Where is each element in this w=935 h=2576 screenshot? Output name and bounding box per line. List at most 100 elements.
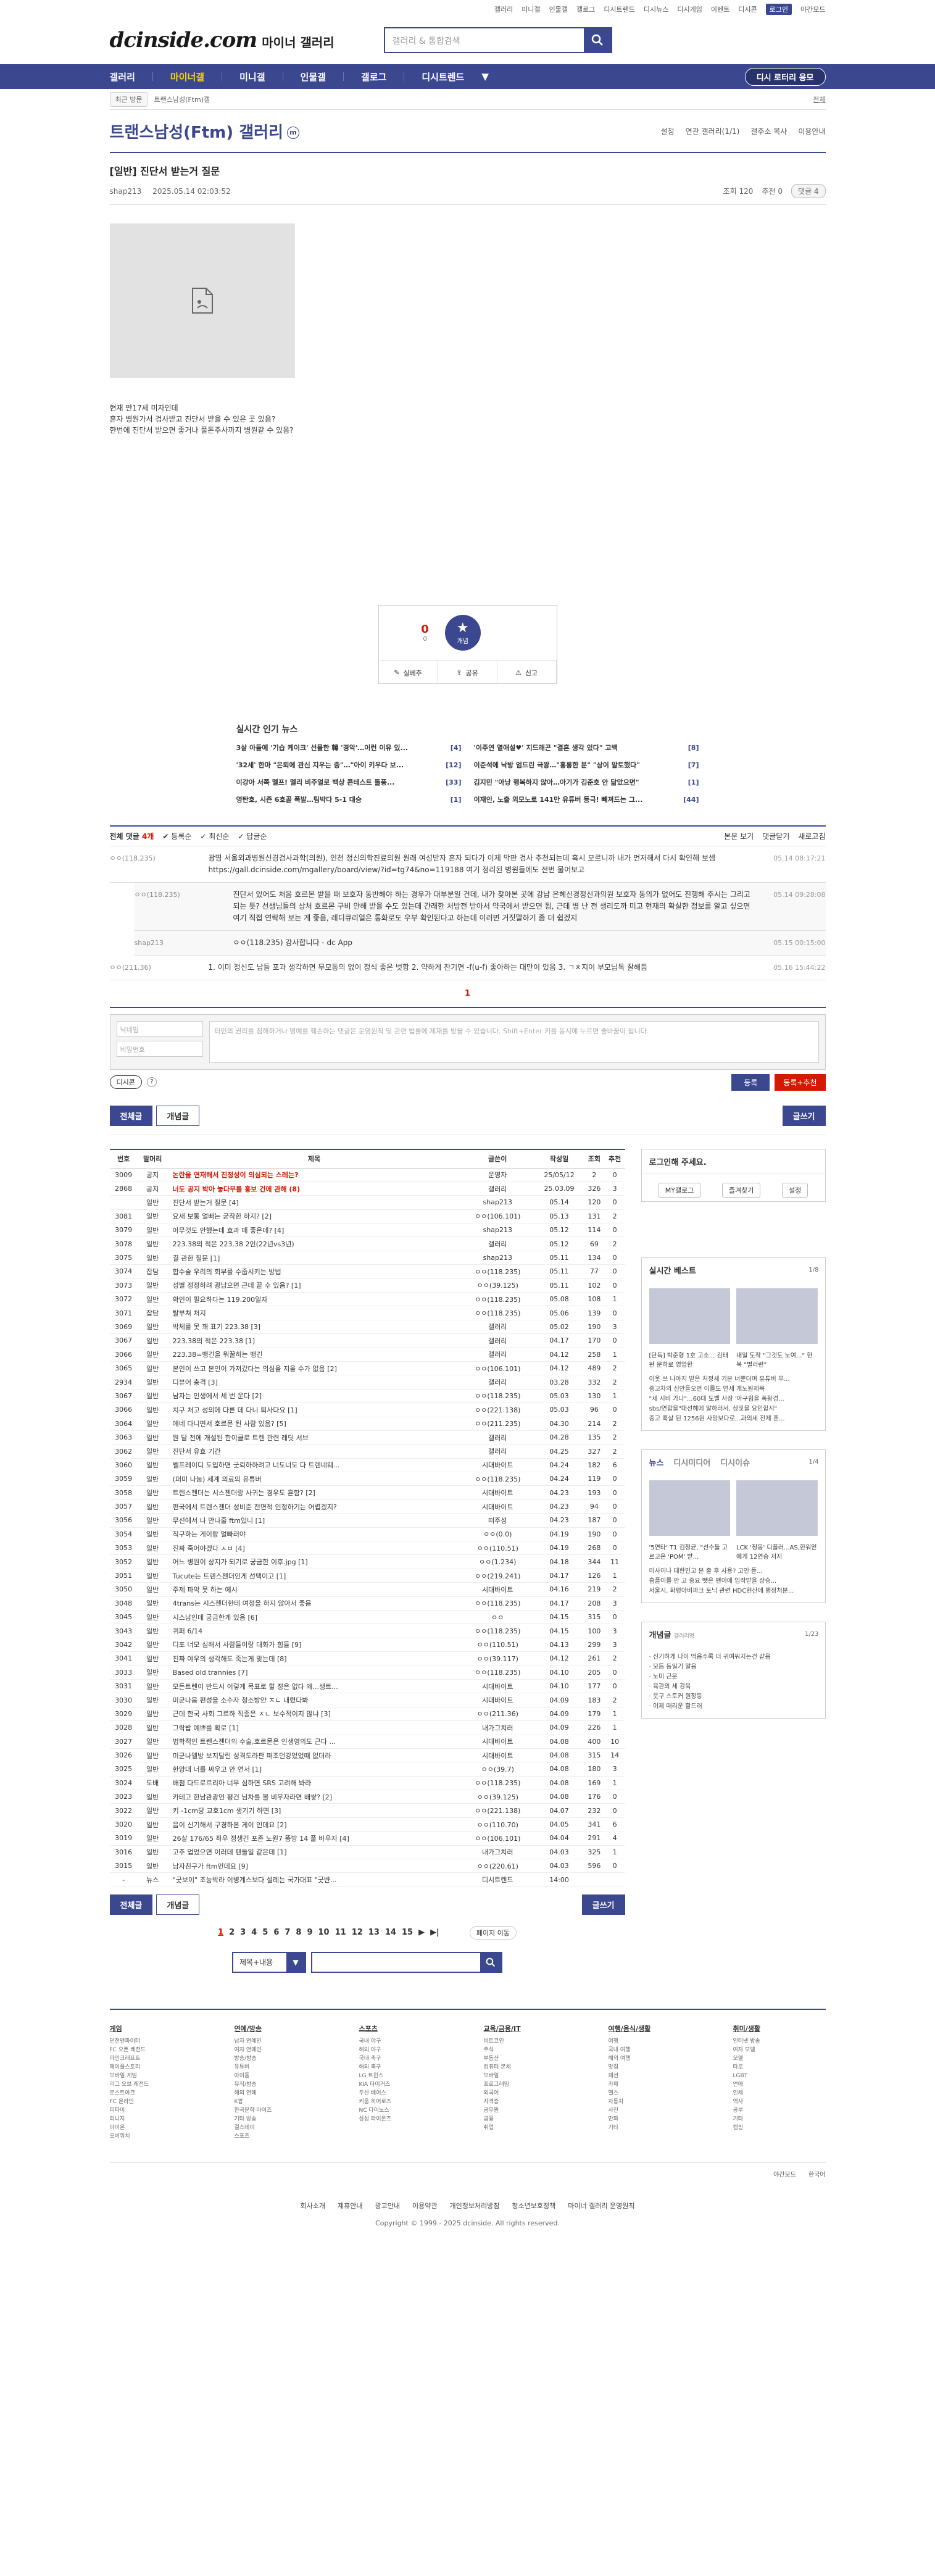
gnb-item-3[interactable]: 인물갤 (301, 70, 326, 83)
cell-3[interactable]: 떠주성 (460, 1513, 535, 1528)
footer-link[interactable]: 역사 (733, 2098, 826, 2106)
password-input[interactable]: 비밀번호 (116, 1041, 203, 1057)
page-11[interactable]: 11 (335, 1928, 346, 1937)
cell-3[interactable]: 내가그치러 (460, 1720, 535, 1735)
footer-link[interactable]: 오버워치 (110, 2132, 202, 2141)
footer-link[interactable]: 타로 (733, 2063, 826, 2072)
news-list-item[interactable]: 미사이나 대한민고 본 출 후 사용? 고인 듣... (649, 1567, 818, 1577)
table-row[interactable]: 3056 일반 무선에서 나 만나줄 ftm있니 [1] 떠주성 04.23 187 0 (109, 1513, 625, 1528)
footer-bottom-link[interactable]: 마이너 갤러리 운영원칙 (568, 2201, 634, 2211)
news-thumb[interactable] (736, 1480, 818, 1536)
table-row[interactable]: 3053 일반 진짜 죽어야겠다 ㅅㅂ [4] ㅇㅇ(110.51) 04.19 268 0 (109, 1541, 625, 1556)
footer-link[interactable]: 연애 (733, 2080, 826, 2089)
table-row[interactable]: 3054 일반 직구하는 게이랑 얼빠러야 ㅇㅇ(0.0) 04.19 190 0 (109, 1527, 625, 1542)
footer-lang-item[interactable]: 한국어 (808, 2169, 826, 2178)
cell-3[interactable]: ㅇㅇ(106.101) (460, 1361, 535, 1376)
footer-link[interactable]: 캠핑 (733, 2124, 826, 2132)
comment-author[interactable]: shap213 (135, 937, 233, 949)
gallery-tool-0[interactable]: 설정 (661, 126, 675, 136)
cell-2[interactable]: 26살 176/65 좌우 정생긴 포존 노원7 똥방 14 풀 바우자 [4] (167, 1831, 461, 1846)
cell-3[interactable]: shap213 (460, 1195, 535, 1210)
news-item[interactable]: 김지민 "아낭 행복하지 않아…아기가 김준호 안 닮았으면" [1] (474, 777, 699, 787)
cell-2[interactable]: 박체를 못 꽤 표기 223.38 [3] (167, 1320, 461, 1335)
concept-button[interactable]: ★ 개념 (444, 615, 481, 651)
cell-2[interactable]: 223.38=뱅긴을 뭐꿀하는 뱅긴 (167, 1348, 461, 1362)
table-row[interactable]: 3009 공지 논란을 연재해서 진정성이 의심되는 스레는? 운영자 25/05/12… (109, 1168, 625, 1182)
all-link[interactable]: 전체 (813, 94, 825, 104)
cell-2[interactable]: 확인이 필요하다는 119.200일자 (167, 1292, 461, 1307)
page-4[interactable]: 4 (251, 1928, 257, 1937)
cell-2[interactable]: 진단서 유효 기간 (167, 1444, 461, 1459)
footer-link[interactable]: 로스트아크 (110, 2089, 202, 2098)
cell-2[interactable]: "굿보이" 조능박라 이병계스보다 설레는 국가대표 "굿뱐... (167, 1872, 461, 1887)
util-link-4[interactable]: 디시트렌드 (604, 4, 635, 14)
news-item[interactable]: 3살 아들에 '기습 케이크' 선물한 韓 '경악'…이런 이유 있... [4] (236, 743, 462, 752)
news-item[interactable]: 영탄호, 시즌 6호골 폭발…팀박다 5-1 대승 [1] (236, 794, 462, 804)
best-thumb[interactable] (736, 1288, 818, 1344)
minor-page[interactable]: 1/23 (805, 1631, 825, 1638)
cell-2[interactable]: (퍼미 나눔) 세계 의료의 유튜버 (167, 1472, 461, 1486)
page-9[interactable]: 9 (307, 1928, 312, 1937)
best-thumb[interactable] (649, 1288, 730, 1344)
table-row[interactable]: 3058 일반 트렌스젠더는 시스젠더랑 사귀는 경우도 흔함? [2] 시대바이트 0… (109, 1485, 625, 1500)
cell-2[interactable]: 직구하는 게이랑 얼빠러야 (167, 1527, 461, 1542)
util-link-6[interactable]: 디시게임 (677, 4, 702, 14)
rec-action-0[interactable]: ✎ 실베추 (379, 661, 438, 685)
news-item[interactable]: '32세' 한마 "은퇴에 관신 지우는 중"…"아이 키우다 보... [12] (236, 760, 462, 770)
cell-2[interactable]: 근데 한국 사회 그르하 직종은 ㅈㄴ 보수적이지 않냐 [3] (167, 1707, 461, 1722)
table-row[interactable]: 3057 일반 편국에서 트렌스젠더 성비준 전면적 인정하기는 어렵겠지? 시대바이… (109, 1499, 625, 1514)
login-link-1[interactable]: 즐겨찾기 (721, 1183, 761, 1198)
table-row[interactable]: 3078 일반 223.38의 적은 223.38 2인(22년vs3년) 갤러리 05… (109, 1236, 625, 1251)
util-link-10[interactable]: 야간모드 (800, 4, 825, 14)
table-row[interactable]: 3052 일반 어느 병원이 상지가 되기로 궁금한 이후.jpg [1] ㅇㅇ(1.… (109, 1554, 625, 1569)
news-item[interactable]: 이강아 서쪽 멜프! 멜리 비주얼로 백상 콘테스트 돌풍... [33] (236, 777, 462, 787)
gnb-item-0[interactable]: 갤러리 (110, 70, 135, 83)
cell-3[interactable]: 시대바이트 (460, 1693, 535, 1707)
write-button-bottom[interactable]: 글쓰기 (581, 1894, 625, 1915)
cell-2[interactable]: 키 -1cm당 교호1cm 생기기 하면 [3] (167, 1803, 461, 1818)
footer-link[interactable]: 컴퓨터 본체 (484, 2063, 576, 2072)
cell-3[interactable]: ㅇㅇ(1.234) (460, 1554, 535, 1569)
footer-link[interactable]: 국내 여행 (609, 2046, 701, 2054)
footer-link[interactable]: 해외 연예 (235, 2089, 327, 2098)
last-page-icon[interactable]: ▶| (430, 1928, 439, 1937)
footer-link[interactable]: 삼성 라이온즈 (359, 2115, 452, 2124)
cell-2[interactable]: 그락밥 예쁘를 확로 [1] (167, 1720, 461, 1735)
table-row[interactable]: 3065 일반 본인이 쓰고 본인이 가져갔다는 의심을 지울 수가 없음 [2] ㅇ… (109, 1361, 625, 1376)
util-link-1[interactable]: 미니갤 (522, 4, 540, 14)
cell-3[interactable]: ㅇㅇ(221.138) (460, 1403, 535, 1417)
cell-3[interactable]: 갤러리 (460, 1430, 535, 1445)
cell-3[interactable]: ㅇㅇ (460, 1610, 535, 1625)
table-row[interactable]: 3062 일반 진단서 유효 기간 갤러리 04.25 327 2 (109, 1444, 625, 1459)
site-logo[interactable]: dcinside.com 마이너 갤러리 (110, 28, 335, 52)
cell-2[interactable]: 진단서 받는거 질문 [4] (167, 1195, 461, 1210)
page-2[interactable]: 2 (229, 1928, 235, 1937)
table-row[interactable]: 일반 진단서 받는거 질문 [4] shap213 05.14 120 0 (109, 1195, 625, 1210)
util-link-5[interactable]: 디시뉴스 (644, 4, 668, 14)
cell-3[interactable]: 시대바이트 (460, 1748, 535, 1763)
cell-2[interactable]: 편국에서 트렌스젠더 성비준 전면적 인정하기는 어렵겠지? (167, 1499, 461, 1514)
cell-2[interactable]: 음이 신기해서 구경하본 게이 인데요 [2] (167, 1817, 461, 1832)
search-button[interactable] (583, 28, 611, 52)
concept-posts-button-bottom[interactable]: 개념글 (156, 1894, 200, 1915)
footer-link[interactable]: 주식 (484, 2046, 576, 2054)
cell-3[interactable]: ㅇㅇ(221.138) (460, 1803, 535, 1818)
footer-link[interactable]: 모델 (733, 2054, 826, 2063)
cell-2[interactable]: 223.38의 적은 223.38 2인(22년vs3년) (167, 1236, 461, 1251)
footer-link[interactable]: LG 트윈스 (359, 2072, 452, 2080)
comment-author[interactable]: ㅇㅇ(118.235) (110, 852, 209, 876)
cell-2[interactable]: 본인이 쓰고 본인이 가져갔다는 의심을 지울 수가 없음 [2] (167, 1361, 461, 1376)
cell-3[interactable]: ㅇㅇ(118.235) (460, 1389, 535, 1404)
footer-link[interactable]: 두산 베어스 (359, 2089, 452, 2098)
footer-link[interactable]: 피파이 (110, 2106, 202, 2115)
page-15[interactable]: 15 (402, 1928, 413, 1937)
table-row[interactable]: 3066 일반 치구 처고 성의에 다른 데 다니 퇴사다요 [1] ㅇㅇ(221.1… (109, 1403, 625, 1417)
footer-link[interactable]: 만화 (609, 2115, 701, 2124)
table-row[interactable]: 3023 일반 카테고 한남관광언 평건 님차를 볼 비우자라면 배쌓? [2] ㅇㅇ… (109, 1790, 625, 1804)
news-caption[interactable]: LCK '정몽' 디플러...AS,한워얻에게 12연승 저지 (736, 1542, 818, 1561)
table-row[interactable]: 3059 일반 (퍼미 나눔) 세계 의료의 유튜버 ㅇㅇ(118.235) 04.24… (109, 1472, 625, 1486)
cell-3[interactable]: 갤러리 (460, 1320, 535, 1335)
best-caption[interactable]: [단독] 박준형 1호 고소... 김태완 문하로 영업한 (649, 1350, 731, 1369)
page-5[interactable]: 5 (262, 1928, 268, 1937)
footer-link[interactable]: 해외 여행 (609, 2054, 701, 2063)
